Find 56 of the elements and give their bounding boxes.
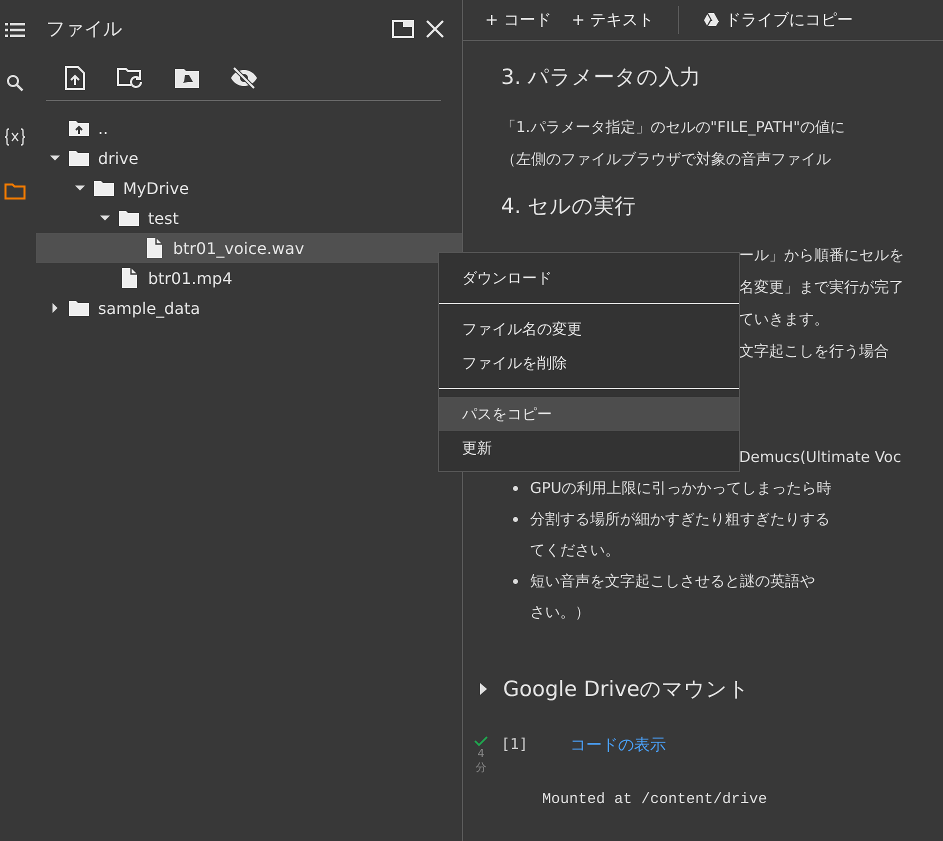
folder-icon (68, 149, 90, 167)
bullet-icon (513, 579, 518, 584)
bullet-icon (513, 486, 518, 491)
menu-item[interactable]: ファイルを削除 (439, 346, 739, 380)
paragraph-line: 文字起こしを行う場合 (739, 341, 890, 362)
menu-item[interactable]: 更新 (439, 431, 739, 465)
list-item-line: てください。 (530, 540, 621, 561)
menu-item[interactable]: パスをコピー (439, 397, 739, 431)
variables-icon[interactable] (4, 128, 26, 146)
section-heading: 4. セルの実行 (501, 193, 637, 220)
hidden-eye-icon[interactable] (230, 66, 258, 90)
list-item-line: 分割する場所が細かすぎたり粗すぎたりする (530, 509, 830, 530)
cell-output: Mounted at /content/drive (542, 790, 768, 810)
add-text-button[interactable]: + テキスト (564, 6, 662, 34)
file-tree-item[interactable]: drive (36, 143, 462, 173)
paragraph-line: ール」から順番にセルを (739, 245, 905, 266)
section-heading[interactable]: Google Driveのマウント (503, 674, 750, 704)
folder-refresh-icon[interactable] (116, 66, 144, 90)
file-tree-item[interactable]: MyDrive (36, 173, 462, 203)
execution-count: [1] (501, 734, 528, 755)
add-code-button[interactable]: + コード (477, 6, 560, 34)
list-item-line: さい。） (530, 602, 591, 623)
window-icon[interactable] (392, 20, 414, 38)
show-code-link[interactable]: コードの表示 (570, 732, 768, 758)
caret-down-icon[interactable] (50, 153, 60, 163)
file-tree-item[interactable]: .. (36, 113, 462, 143)
table-of-contents-icon[interactable] (5, 22, 25, 38)
file-tree-item[interactable]: btr01_voice.wav (36, 233, 462, 263)
paragraph-line: ていきます。 (739, 309, 830, 330)
folder-icon[interactable] (4, 182, 26, 200)
caret-right-icon[interactable] (479, 683, 489, 695)
paragraph-line: 「1.パラメータ指定」のセルの"FILE_PATH"の値に (501, 117, 846, 138)
run-time-text: 4 (478, 747, 484, 761)
drive-icon (703, 13, 719, 27)
close-icon[interactable] (426, 20, 444, 38)
drive-folder-icon[interactable] (174, 67, 200, 89)
file-tree-item[interactable]: test (36, 203, 462, 233)
upload-file-icon[interactable] (64, 66, 86, 90)
folder-icon (93, 179, 115, 197)
run-time-text: 分 (476, 761, 486, 775)
bullet-icon (513, 517, 518, 522)
paragraph-line: 名変更」まで実行が完了 (739, 277, 905, 298)
caret-down-icon[interactable] (100, 213, 110, 223)
section-heading: 3. パラメータの入力 (501, 64, 702, 91)
search-icon[interactable] (6, 74, 24, 92)
folder-icon (68, 299, 90, 317)
list-item-line: 短い音声を文字起こしさせると謎の英語や (530, 571, 815, 592)
caret-down-icon[interactable] (75, 183, 85, 193)
copy-to-drive-button[interactable]: ドライブにコピー (695, 6, 861, 34)
paragraph-line: （左側のファイルブラウザで対象の音声ファイル (501, 149, 832, 170)
caret-right-icon[interactable] (50, 303, 60, 313)
list-item-line: GPUの利用上限に引っかかってしまったら時 (530, 478, 832, 499)
paragraph-line: Demucs(Ultimate Voc (739, 447, 902, 468)
panel-title: ファイル (46, 17, 123, 42)
folder-up-icon (68, 119, 90, 137)
folder-icon (118, 209, 140, 227)
